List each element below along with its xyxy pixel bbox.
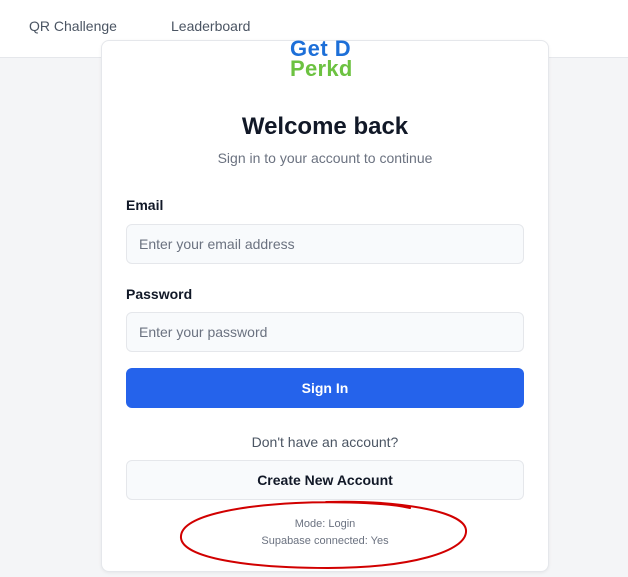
mode-status: Mode: Login <box>294 518 356 530</box>
page-subtitle: Sign in to your account to continue <box>217 150 433 166</box>
connection-status: Supabase connected: Yes <box>261 535 389 547</box>
nav-link-leaderboard[interactable]: Leaderboard <box>171 18 250 34</box>
logo-bottom-text: Perkd <box>290 56 353 81</box>
create-account-button[interactable]: Create New Account <box>126 460 524 500</box>
password-label: Password <box>126 286 193 302</box>
email-field[interactable] <box>126 224 524 264</box>
page-title: Welcome back <box>241 113 409 140</box>
no-account-text: Don't have an account? <box>251 434 399 450</box>
brand-logo: Get D Perkd <box>290 36 370 82</box>
email-label: Email <box>126 197 164 213</box>
nav-link-qr-challenge[interactable]: QR Challenge <box>29 18 117 34</box>
password-field[interactable] <box>126 312 524 352</box>
sign-in-button[interactable]: Sign In <box>126 368 524 408</box>
